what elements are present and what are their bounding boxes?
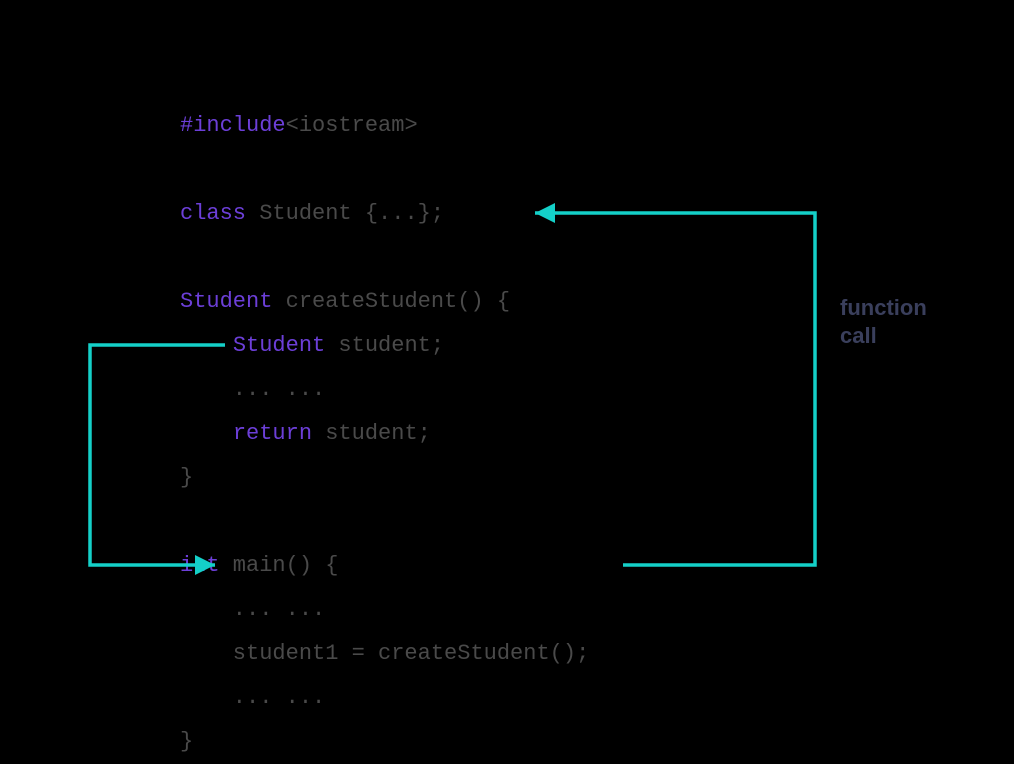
keyword-return: return <box>233 421 312 446</box>
preproc-include: #include <box>180 113 286 138</box>
local-var-student: student; <box>325 333 444 358</box>
annotation-line2: call <box>840 323 877 348</box>
local-type-student: Student <box>233 333 325 358</box>
return-value: student; <box>312 421 431 446</box>
include-target: <iostream> <box>286 113 418 138</box>
keyword-class: class <box>180 201 246 226</box>
closing-brace: } <box>180 729 193 754</box>
code-block: #include<iostream> class Student {...}; … <box>180 60 589 764</box>
ellipsis-line: ... ... <box>180 597 325 622</box>
call-createstudent: student1 = createStudent(); <box>180 641 589 666</box>
return-type-student: Student <box>180 289 272 314</box>
class-decl: Student {...}; <box>246 201 444 226</box>
annotation-function-call: function call <box>840 294 927 350</box>
func-decl-main: main() { <box>220 553 339 578</box>
func-decl-createstudent: createStudent() { <box>272 289 510 314</box>
indent <box>180 333 233 358</box>
ellipsis-line: ... ... <box>180 685 325 710</box>
annotation-line1: function <box>840 295 927 320</box>
closing-brace: } <box>180 465 193 490</box>
return-type-int: int <box>180 553 220 578</box>
indent <box>180 421 233 446</box>
ellipsis-line: ... ... <box>180 377 325 402</box>
